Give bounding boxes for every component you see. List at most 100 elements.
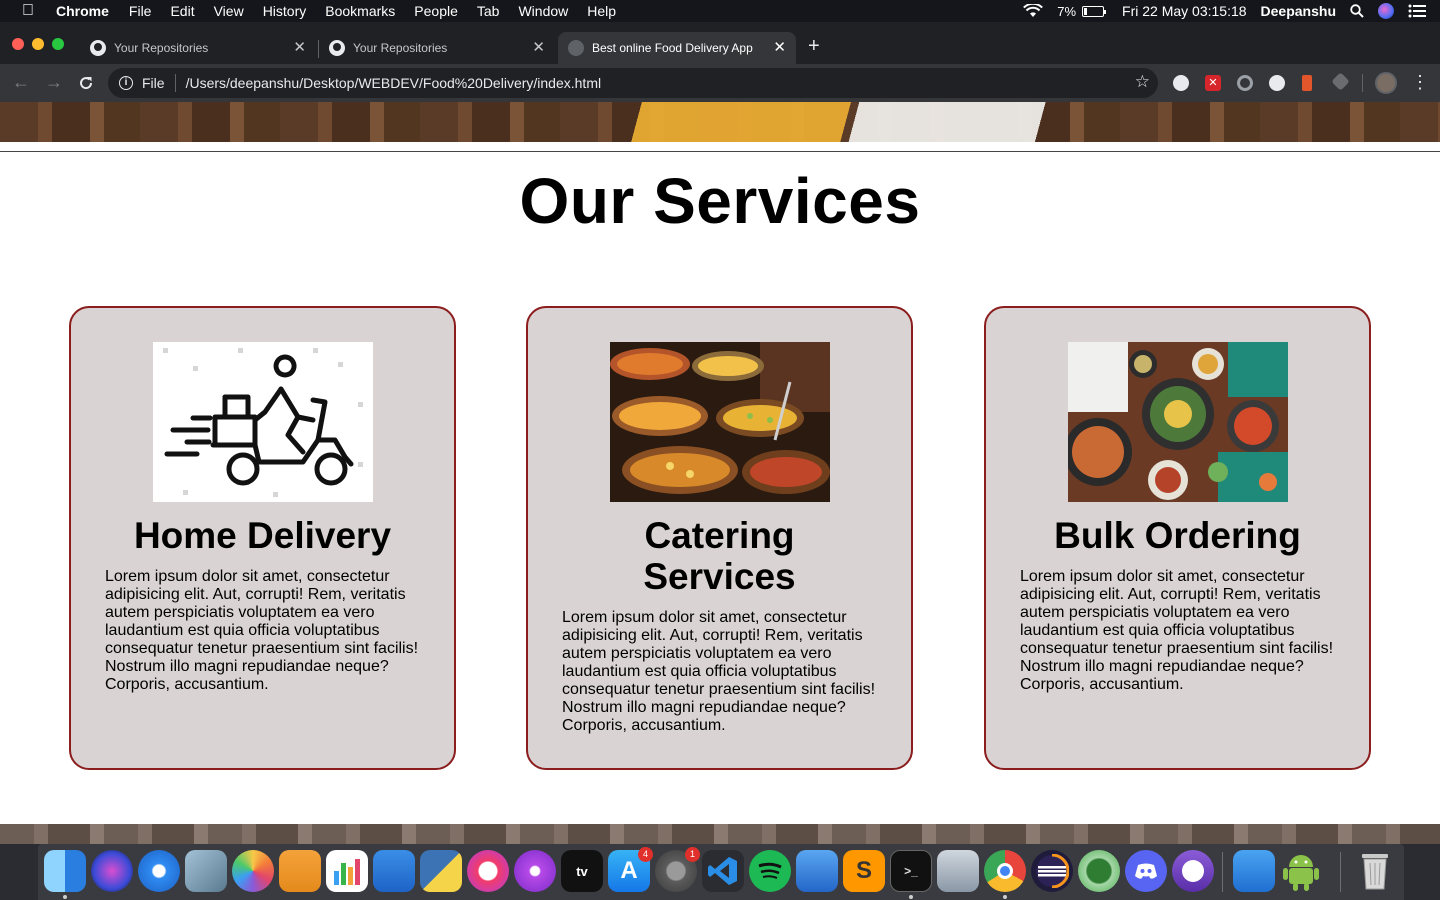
forward-arrow-icon[interactable]: → bbox=[45, 73, 63, 91]
notification-badge: 4 bbox=[638, 847, 653, 862]
chrome-toolbar: ← → i File /Users/deepanshu/Desktop/WEBD… bbox=[0, 64, 1440, 102]
battery-indicator[interactable]: 7% bbox=[1057, 3, 1107, 19]
chrome-tab-strip: Your Repositories ✕ Your Repositories ✕ … bbox=[0, 22, 1440, 64]
minimize-window-button[interactable] bbox=[32, 38, 44, 50]
siri-icon[interactable] bbox=[1378, 3, 1394, 19]
menubar-user[interactable]: Deepanshu bbox=[1261, 3, 1336, 19]
numbers-icon[interactable] bbox=[326, 850, 368, 892]
apple-tv-label: tv bbox=[576, 863, 588, 879]
music-icon[interactable] bbox=[467, 850, 509, 892]
github-icon bbox=[329, 40, 345, 56]
menu-bookmarks[interactable]: Bookmarks bbox=[325, 3, 395, 19]
spotlight-search-icon[interactable] bbox=[1350, 4, 1364, 18]
android-studio-icon[interactable] bbox=[1078, 850, 1120, 892]
tab-title: Best online Food Delivery App bbox=[592, 41, 753, 55]
omnibox-divider bbox=[174, 74, 176, 92]
wifi-icon[interactable] bbox=[1023, 4, 1044, 18]
reload-icon[interactable] bbox=[78, 75, 94, 91]
adblock-extension-icon[interactable]: ✕ bbox=[1205, 75, 1221, 91]
mail-icon[interactable] bbox=[185, 850, 227, 892]
menubar-clock[interactable]: Fri 22 May 03:15:18 bbox=[1122, 3, 1247, 19]
food-spread-photo bbox=[1068, 342, 1288, 502]
eclipse-icon[interactable] bbox=[1031, 850, 1073, 892]
finder-icon[interactable] bbox=[44, 850, 86, 892]
keynote-icon[interactable] bbox=[373, 850, 415, 892]
menu-file[interactable]: File bbox=[129, 3, 152, 19]
system-preferences-icon[interactable]: 1 bbox=[655, 847, 700, 892]
tab-close-icon[interactable]: ✕ bbox=[773, 40, 786, 55]
menu-view[interactable]: View bbox=[214, 3, 244, 19]
menu-window[interactable]: Window bbox=[518, 3, 568, 19]
notification-badge: 1 bbox=[685, 847, 700, 862]
tab-close-icon[interactable]: ✕ bbox=[532, 40, 545, 55]
service-card-bulk-ordering: Bulk Ordering Lorem ipsum dolor sit amet… bbox=[984, 306, 1371, 770]
menu-edit[interactable]: Edit bbox=[170, 3, 194, 19]
python-launcher-icon[interactable] bbox=[420, 850, 462, 892]
macos-dock: tv A 4 1 S >_ bbox=[0, 844, 1440, 900]
new-tab-plus-icon[interactable]: + bbox=[808, 36, 820, 56]
url-text[interactable]: /Users/deepanshu/Desktop/WEBDEV/Food%20D… bbox=[186, 75, 602, 91]
github-desktop-icon[interactable] bbox=[1172, 850, 1214, 892]
tab-title: Your Repositories bbox=[353, 41, 448, 55]
menu-history[interactable]: History bbox=[263, 3, 307, 19]
pages-icon[interactable] bbox=[279, 850, 321, 892]
android-icon[interactable] bbox=[1280, 850, 1322, 892]
app-store-icon[interactable]: A 4 bbox=[608, 847, 653, 892]
running-indicator bbox=[909, 895, 913, 899]
battery-percent: 7% bbox=[1057, 3, 1077, 19]
card-title: Bulk Ordering bbox=[1054, 515, 1301, 556]
tab-your-repositories-2[interactable]: Your Repositories ✕ bbox=[321, 32, 555, 64]
menu-people[interactable]: People bbox=[414, 3, 458, 19]
apple-tv-icon[interactable]: tv bbox=[561, 850, 603, 892]
profile-avatar[interactable] bbox=[1375, 72, 1397, 94]
tab-close-icon[interactable]: ✕ bbox=[293, 40, 306, 55]
terminal-icon[interactable]: >_ bbox=[890, 850, 932, 892]
battery-icon bbox=[1082, 5, 1107, 17]
menubar-status-area: 7% Fri 22 May 03:15:18 Deepanshu bbox=[1023, 0, 1440, 22]
toolbar-separator bbox=[1362, 74, 1363, 92]
bookmark-star-icon[interactable]: ☆ bbox=[1135, 73, 1150, 91]
photos-icon[interactable] bbox=[232, 850, 274, 892]
siri-icon[interactable] bbox=[91, 850, 133, 892]
menu-tab[interactable]: Tab bbox=[477, 3, 500, 19]
sublime-text-icon[interactable]: S bbox=[843, 850, 885, 892]
preview-icon[interactable] bbox=[937, 850, 979, 892]
github-extension-icon[interactable] bbox=[1173, 75, 1189, 91]
page-viewport: Our Services Home Delivery Lorem ipsum d… bbox=[0, 102, 1440, 844]
xcode-simulator-icon[interactable] bbox=[1233, 850, 1275, 892]
dock-separator bbox=[1222, 852, 1223, 892]
chrome-icon[interactable] bbox=[984, 850, 1026, 892]
info-icon[interactable]: i bbox=[119, 76, 133, 90]
menu-app-name[interactable]: Chrome bbox=[56, 3, 109, 19]
section-divider bbox=[0, 151, 1440, 152]
vscode-icon[interactable] bbox=[702, 850, 744, 892]
xcode-icon[interactable] bbox=[796, 850, 838, 892]
tab-your-repositories-1[interactable]: Your Repositories ✕ bbox=[82, 32, 316, 64]
menu-help[interactable]: Help bbox=[587, 3, 616, 19]
spotify-icon[interactable] bbox=[749, 850, 791, 892]
tab-separator bbox=[318, 40, 319, 58]
back-arrow-icon[interactable]: ← bbox=[12, 73, 30, 91]
close-window-button[interactable] bbox=[12, 38, 24, 50]
trash-icon[interactable] bbox=[1354, 850, 1396, 892]
address-bar[interactable]: i File /Users/deepanshu/Desktop/WEBDEV/F… bbox=[108, 68, 1158, 98]
url-scheme-label: File bbox=[142, 75, 165, 91]
card-description: Lorem ipsum dolor sit amet, consectetur … bbox=[562, 609, 876, 734]
notification-center-icon[interactable] bbox=[1408, 4, 1426, 18]
grammarly-extension-icon[interactable] bbox=[1237, 75, 1253, 91]
footer-background-image bbox=[0, 824, 1440, 844]
services-heading: Our Services bbox=[519, 165, 921, 237]
discord-icon[interactable] bbox=[1125, 850, 1167, 892]
safari-icon[interactable] bbox=[138, 850, 180, 892]
extension-icon[interactable] bbox=[1302, 75, 1312, 91]
running-indicator bbox=[1003, 895, 1007, 899]
chrome-menu-icon[interactable]: ⋮ bbox=[1411, 71, 1429, 93]
zoom-window-button[interactable] bbox=[52, 38, 64, 50]
service-card-catering: Catering Services Lorem ipsum dolor sit … bbox=[526, 306, 913, 770]
extension-icon[interactable] bbox=[1269, 75, 1285, 91]
service-card-home-delivery: Home Delivery Lorem ipsum dolor sit amet… bbox=[69, 306, 456, 770]
apple-logo-icon[interactable]:  bbox=[0, 2, 56, 20]
tab-food-delivery-active[interactable]: Best online Food Delivery App ✕ bbox=[558, 32, 796, 64]
podcasts-icon[interactable] bbox=[514, 850, 556, 892]
extension-icon[interactable] bbox=[1331, 72, 1350, 91]
